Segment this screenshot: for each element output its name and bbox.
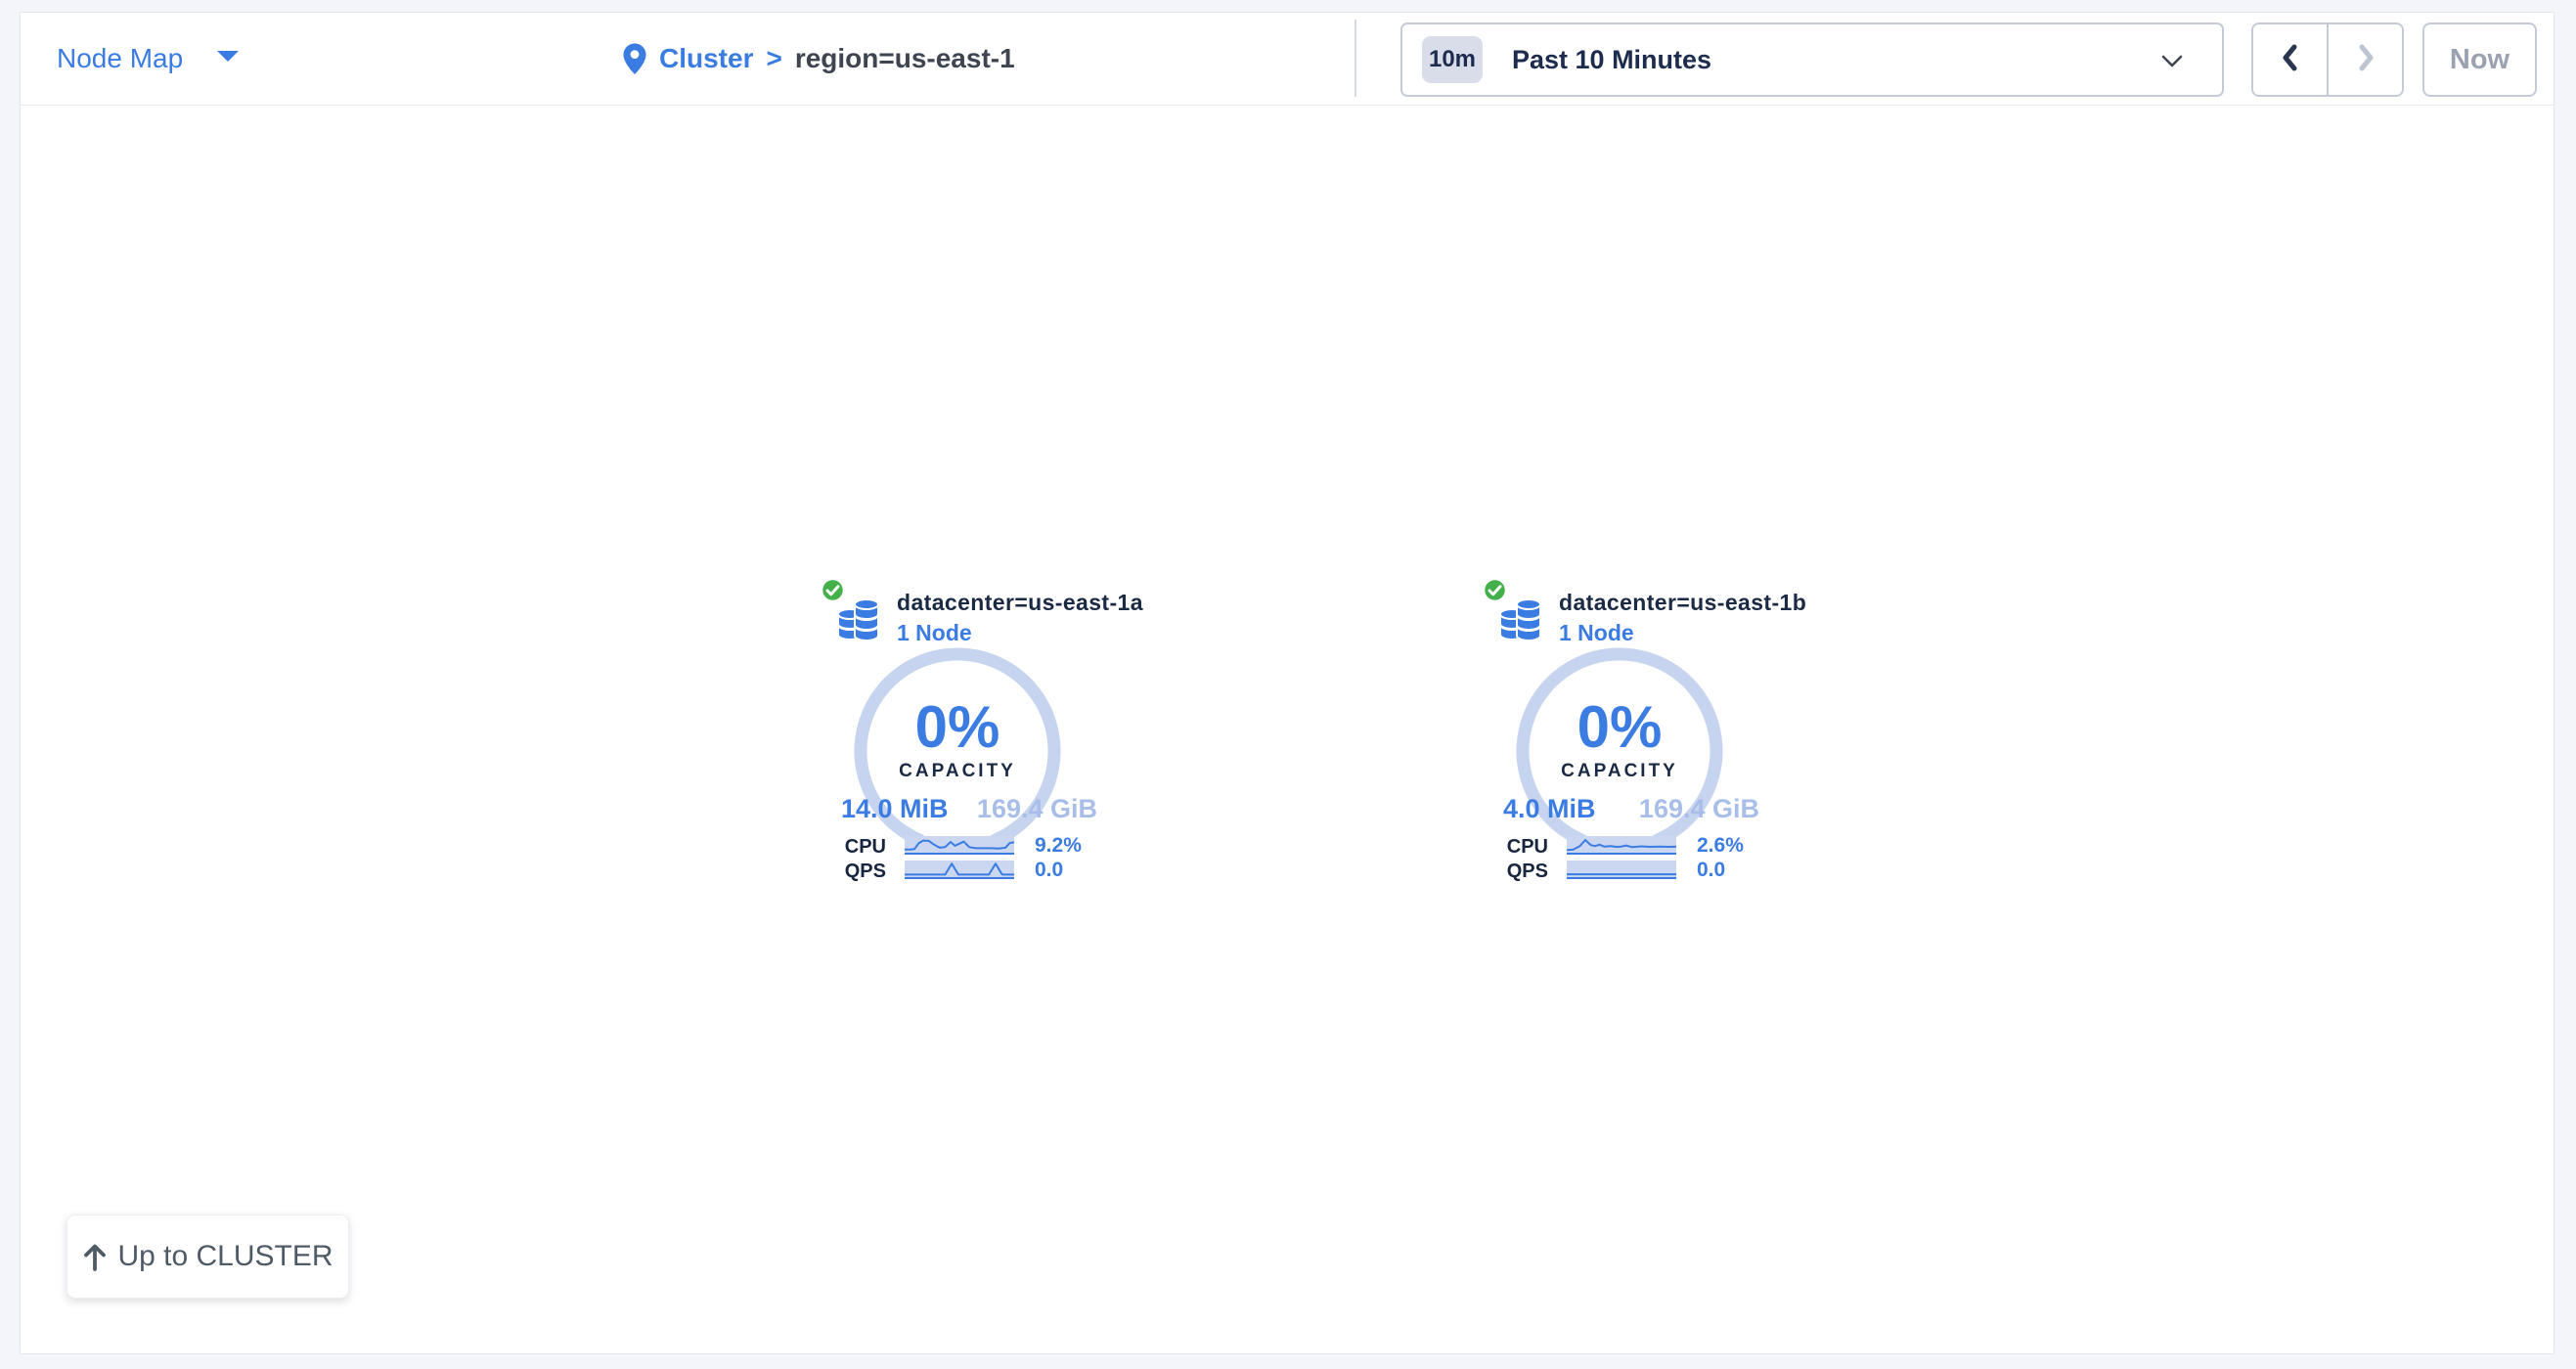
status-ok-icon — [1482, 577, 1508, 608]
cpu-label: CPU — [812, 837, 886, 857]
location-pin-icon — [623, 43, 646, 75]
cpu-label: CPU — [1474, 837, 1548, 857]
capacity-caption: CAPACITY — [1512, 761, 1727, 782]
header-divider-line — [21, 105, 2554, 106]
status-ok-icon — [820, 577, 846, 608]
cpu-sparkline — [1567, 836, 1676, 855]
locality-title: datacenter=us-east-1a — [897, 590, 1143, 616]
locality-title: datacenter=us-east-1b — [1559, 590, 1806, 616]
chevron-down-icon — [2161, 55, 2183, 73]
cpu-sparkline — [905, 836, 1014, 855]
node-map-page: Node Map Cluster > region=us-east-1 10m … — [0, 0, 2576, 1369]
time-range-label: Past 10 Minutes — [1512, 45, 1711, 75]
chevron-left-icon — [2280, 43, 2301, 77]
locality-card-us-east-1b[interactable]: datacenter=us-east-1b 1 Node 0% CAPACITY… — [1474, 575, 1777, 898]
node-map-panel — [20, 12, 2554, 1354]
capacity-values-row: 14.0 MiB 169.4 GiB — [841, 793, 1097, 824]
view-selector[interactable]: Node Map — [57, 13, 240, 105]
locality-node-count: 1 Node — [1559, 620, 1634, 646]
capacity-percentage: 0% — [1512, 698, 1727, 757]
arrow-up-icon — [82, 1242, 108, 1271]
time-range-select[interactable]: 10m Past 10 Minutes — [1400, 22, 2224, 97]
capacity-percentage: 0% — [850, 698, 1065, 757]
capacity-used: 4.0 MiB — [1503, 793, 1596, 824]
cpu-value: 2.6% — [1697, 835, 1744, 856]
caret-down-icon — [216, 50, 240, 67]
chevron-right-icon — [2355, 43, 2376, 77]
qps-sparkline — [905, 861, 1014, 879]
header-vertical-divider — [1355, 20, 1356, 97]
capacity-total: 169.4 GiB — [977, 793, 1097, 824]
locality-node-count: 1 Node — [897, 620, 972, 646]
locality-card-us-east-1a[interactable]: datacenter=us-east-1a 1 Node 0% CAPACITY… — [812, 575, 1115, 898]
breadcrumb: Cluster > region=us-east-1 — [623, 13, 1015, 105]
breadcrumb-separator: > — [766, 43, 781, 74]
next-time-button[interactable] — [2327, 24, 2402, 95]
time-range-badge: 10m — [1422, 36, 1483, 83]
qps-value: 0.0 — [1035, 860, 1063, 880]
capacity-values-row: 4.0 MiB 169.4 GiB — [1503, 793, 1759, 824]
up-to-cluster-label: Up to CLUSTER — [117, 1240, 333, 1273]
cpu-value: 9.2% — [1035, 835, 1082, 856]
breadcrumb-current: region=us-east-1 — [795, 43, 1015, 74]
time-nav-group — [2251, 22, 2404, 97]
qps-sparkline — [1567, 861, 1676, 879]
capacity-used: 14.0 MiB — [841, 793, 949, 824]
prev-time-button[interactable] — [2253, 24, 2327, 95]
qps-label: QPS — [812, 861, 886, 881]
now-button[interactable]: Now — [2422, 22, 2537, 97]
capacity-total: 169.4 GiB — [1639, 793, 1759, 824]
capacity-caption: CAPACITY — [850, 761, 1065, 782]
now-button-label: Now — [2450, 44, 2509, 76]
qps-value: 0.0 — [1697, 860, 1725, 880]
view-selector-label: Node Map — [57, 43, 183, 74]
breadcrumb-cluster-link[interactable]: Cluster — [659, 43, 753, 74]
up-to-cluster-button[interactable]: Up to CLUSTER — [67, 1214, 349, 1299]
qps-label: QPS — [1474, 861, 1548, 881]
